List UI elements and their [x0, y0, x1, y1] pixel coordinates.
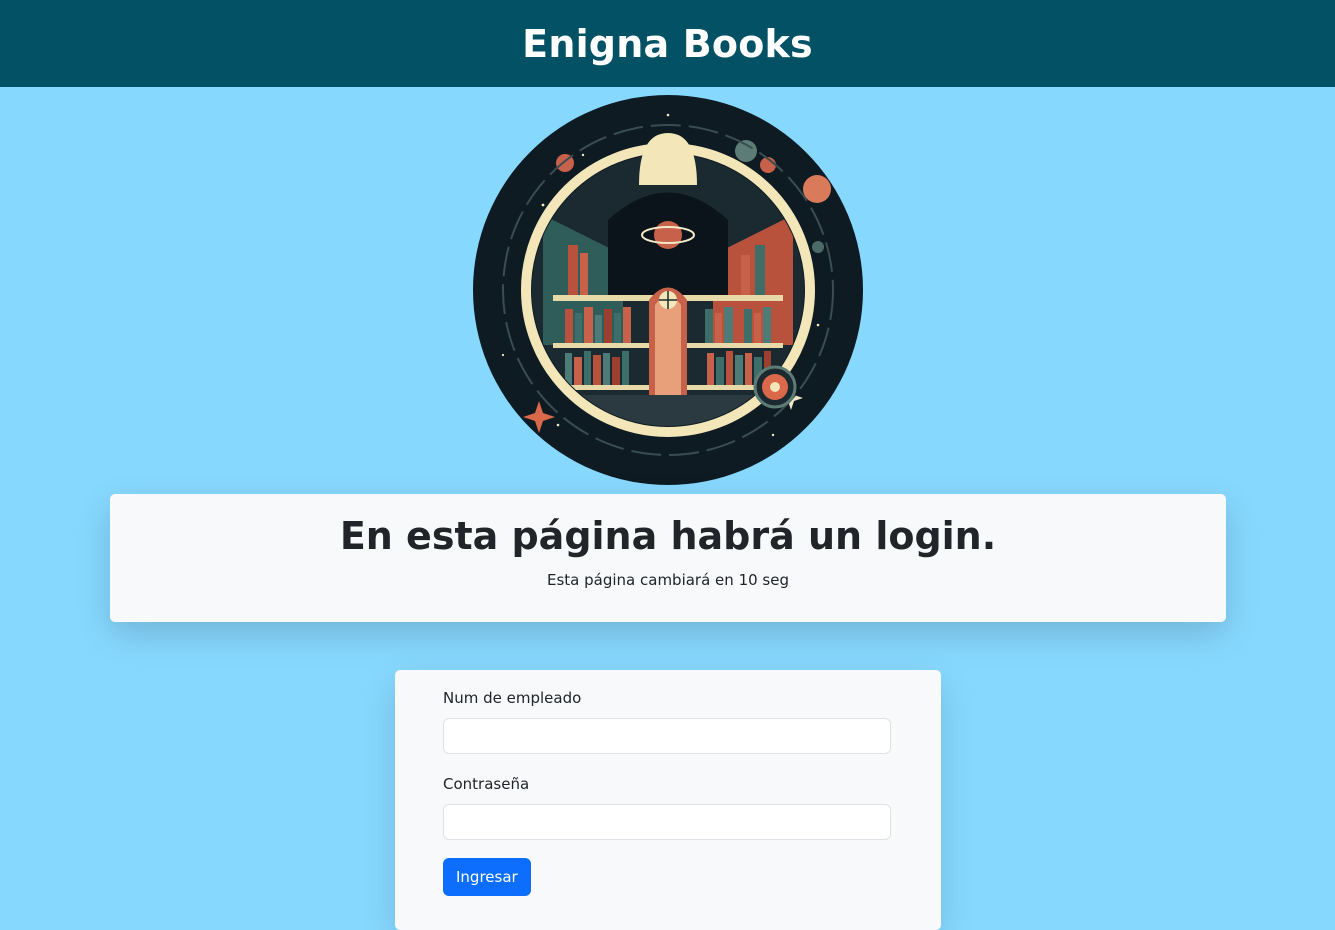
library-logo-icon [473, 95, 863, 485]
employee-number-label: Num de empleado [443, 689, 582, 707]
redirect-notice: Esta página cambiará en 10 seg [547, 571, 789, 589]
site-title: Enigna Books [522, 21, 813, 66]
banner-heading: En esta página habrá un login. [339, 514, 997, 558]
password-label: Contraseña [443, 775, 530, 793]
password-input[interactable] [443, 804, 891, 840]
login-submit-button[interactable]: Ingresar [443, 858, 531, 896]
navbar: Enigna Books [0, 0, 1335, 87]
employee-number-input[interactable] [443, 718, 891, 754]
notice-banner: En esta página habrá un login. Esta pági… [110, 494, 1226, 622]
login-form: Num de empleado Contraseña Ingresar [395, 670, 941, 930]
library-logo [473, 95, 863, 485]
